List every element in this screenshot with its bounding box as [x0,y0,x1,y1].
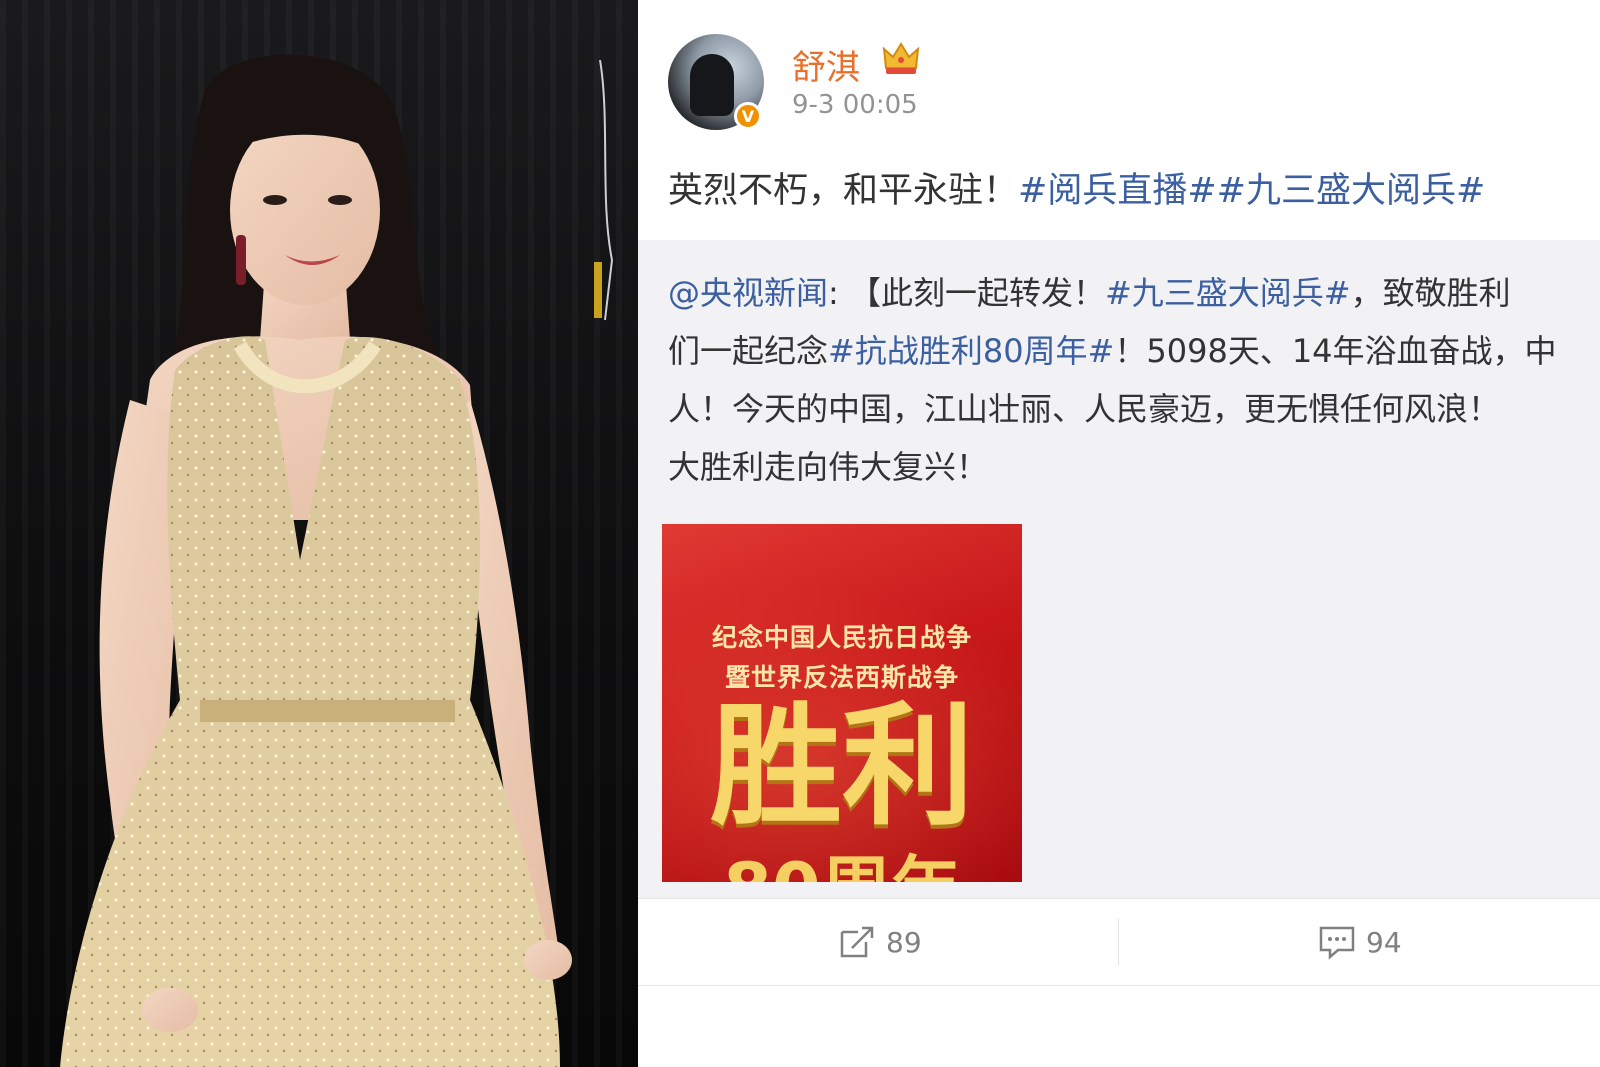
poster-line-1: 纪念中国人民抗日战争 [711,623,972,652]
repost-line-2-prefix: 们一起纪念 [668,332,829,370]
poster-subheadline-cropped: 80周年 [662,854,1022,882]
topic-link-sept3-parade[interactable]: #九三盛大阅兵# [1217,171,1486,211]
weibo-post-card: V 舒淇 9-3 00:05 英烈不朽，和平永驻！#阅兵直播##九三盛大阅兵# … [638,0,1600,1067]
repost-line-1-prefix: : 【此刻一起转发！ [828,274,1105,312]
repost-line-2: 们一起纪念#抗战胜利80周年#！5098天、14年浴血奋战，中 [668,322,1598,380]
reposted-content: @央视新闻: 【此刻一起转发！#九三盛大阅兵#，致敬胜利 们一起纪念#抗战胜利8… [638,240,1600,898]
topic-link-parade-live[interactable]: #阅兵直播# [1018,171,1217,211]
post-text: 英烈不朽，和平永驻！#阅兵直播##九三盛大阅兵# [668,162,1485,213]
repost-count: 89 [886,925,922,959]
crown-icon [882,42,920,74]
poster-headline: 胜利 [710,690,974,844]
repost-line-3: 人！今天的中国，江山壮丽、人民豪迈，更无惧任何风浪！ [668,390,1501,428]
comment-count: 94 [1366,925,1402,959]
mention-link-cctv-news[interactable]: @央视新闻 [668,274,828,312]
celebrity-photo [0,0,638,1067]
topic-link-sept3-parade-repost[interactable]: #九三盛大阅兵# [1105,274,1351,312]
post-action-bar: 89 94 [638,898,1600,986]
woman-in-gold-gown-illustration [60,54,614,1067]
avatar-silhouette [690,54,734,116]
topic-link-victory-80th[interactable]: #抗战胜利80周年# [828,332,1114,370]
post-text-plain: 英烈不朽，和平永驻！ [668,171,1019,211]
author-name[interactable]: 舒淇 [792,40,860,89]
comment-icon [1319,926,1355,960]
repost-line-1: @央视新闻: 【此刻一起转发！#九三盛大阅兵#，致敬胜利 [668,264,1598,322]
comment-button[interactable]: 94 [1318,899,1402,985]
reposted-text: @央视新闻: 【此刻一起转发！#九三盛大阅兵#，致敬胜利 们一起纪念#抗战胜利8… [668,264,1598,496]
repost-image-thumbnail[interactable]: 纪念中国人民抗日战争 暨世界反法西斯战争 胜利 80周年 [662,524,1022,882]
repost-line-1-suffix: ，致敬胜利 [1350,274,1511,312]
poster-line-2: 暨世界反法西斯战争 [724,663,959,692]
repost-button[interactable]: 89 [838,899,922,985]
repost-icon [840,926,874,958]
repost-line-4: 大胜利走向伟大复兴！ [668,448,989,486]
post-timestamp[interactable]: 9-3 00:05 [792,90,918,120]
repost-line-2-suffix: ！5098天、14年浴血奋战，中 [1114,332,1557,370]
verified-badge-icon: V [734,102,762,130]
action-divider [1118,919,1119,965]
